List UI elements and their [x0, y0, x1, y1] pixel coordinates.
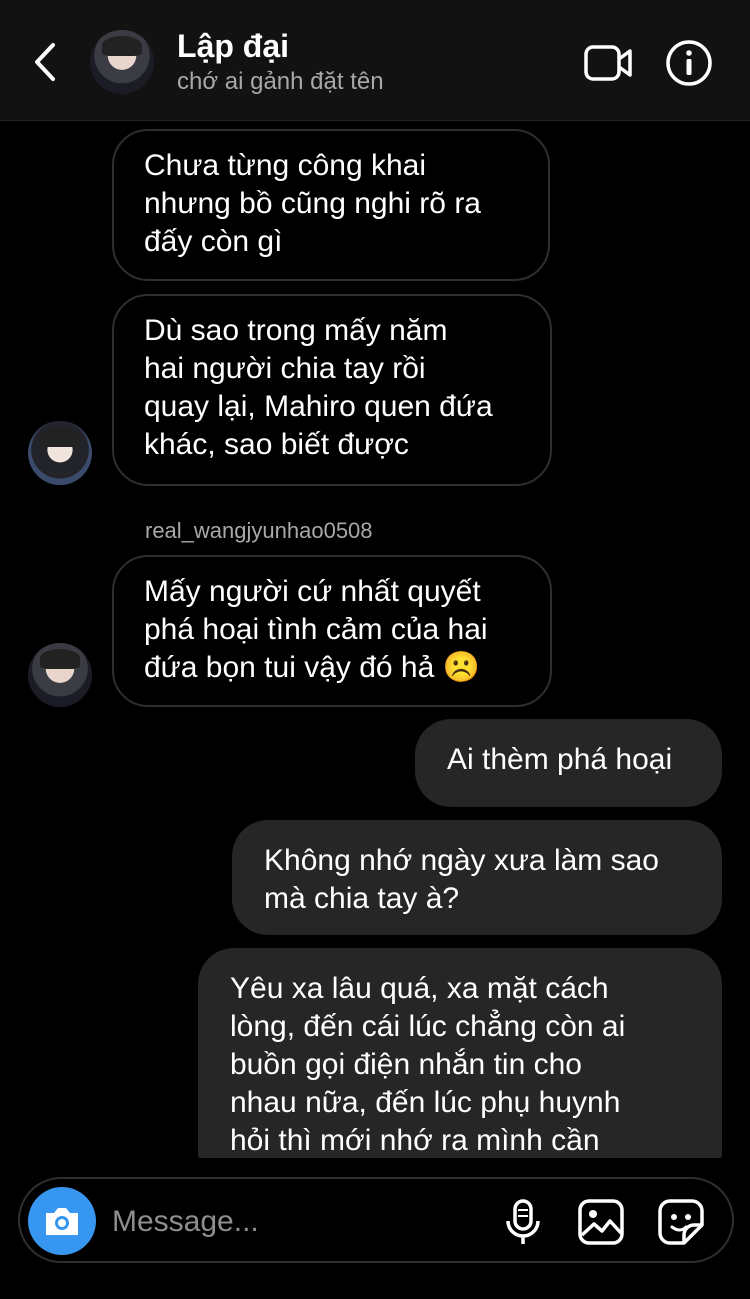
microphone-icon[interactable] [498, 1197, 548, 1247]
incoming-message[interactable]: Mấy người cứ nhất quyết phá hoại tình cả… [112, 555, 552, 707]
video-call-icon[interactable] [583, 38, 633, 88]
chat-subtitle: chớ ai gảnh đặt tên [177, 68, 384, 95]
back-chevron-icon[interactable] [30, 42, 60, 82]
message-composer [18, 1177, 734, 1263]
sender-avatar[interactable] [28, 643, 92, 707]
incoming-message[interactable]: Chưa từng công khai nhưng bồ cũng nghi r… [112, 129, 550, 281]
outgoing-message[interactable]: Yêu xa lâu quá, xa mặt cách lòng, đến cá… [198, 948, 722, 1158]
sender-avatar[interactable] [28, 421, 92, 485]
camera-icon[interactable] [28, 1187, 96, 1255]
info-icon[interactable] [664, 38, 714, 88]
message-input[interactable] [110, 1197, 484, 1247]
message-thread[interactable]: Chưa từng công khai nhưng bồ cũng nghi r… [0, 121, 750, 1158]
sender-username: real_wangjyunhao0508 [145, 518, 373, 543]
gallery-icon[interactable] [576, 1197, 626, 1247]
outgoing-message[interactable]: Ai thèm phá hoại [415, 719, 722, 807]
chat-header: Lập đại chớ ai gảnh đặt tên [0, 0, 750, 121]
sticker-icon[interactable] [656, 1197, 706, 1247]
incoming-message[interactable]: Dù sao trong mấy năm hai người chia tay … [112, 294, 552, 486]
contact-avatar[interactable] [90, 30, 154, 94]
chat-title[interactable]: Lập đại [177, 28, 289, 65]
outgoing-message[interactable]: Không nhớ ngày xưa làm sao mà chia tay à… [232, 820, 722, 935]
